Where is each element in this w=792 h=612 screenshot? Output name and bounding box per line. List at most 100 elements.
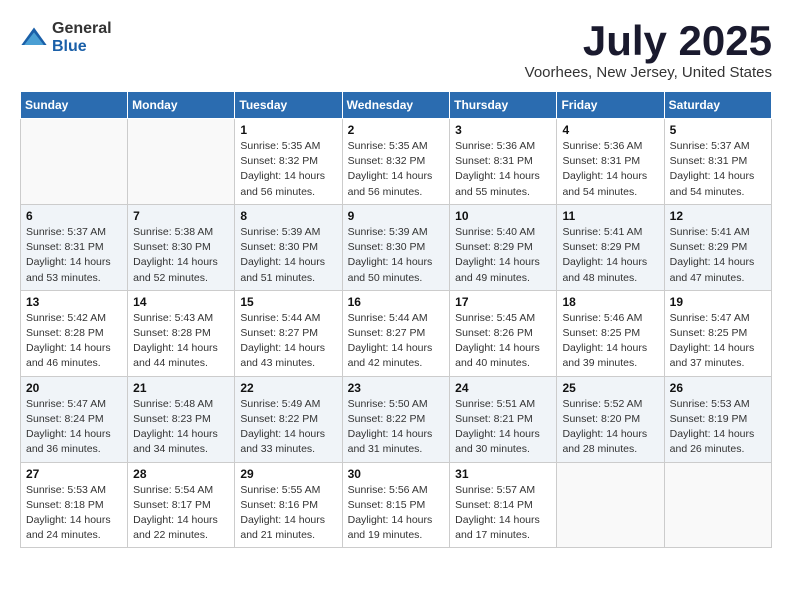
day-detail: Sunrise: 5:44 AM Sunset: 8:27 PM Dayligh… xyxy=(348,311,445,372)
day-number: 24 xyxy=(455,381,551,395)
day-number: 8 xyxy=(240,209,336,223)
day-detail: Sunrise: 5:39 AM Sunset: 8:30 PM Dayligh… xyxy=(240,225,336,286)
day-number: 25 xyxy=(562,381,658,395)
weekday-header-thursday: Thursday xyxy=(450,92,557,119)
calendar-cell: 11Sunrise: 5:41 AM Sunset: 8:29 PM Dayli… xyxy=(557,204,664,290)
day-detail: Sunrise: 5:38 AM Sunset: 8:30 PM Dayligh… xyxy=(133,225,229,286)
day-detail: Sunrise: 5:41 AM Sunset: 8:29 PM Dayligh… xyxy=(670,225,766,286)
day-number: 19 xyxy=(670,295,766,309)
day-detail: Sunrise: 5:35 AM Sunset: 8:32 PM Dayligh… xyxy=(348,139,445,200)
calendar-cell: 12 Sunrise: 5:41 AM Sunset: 8:29 PM Dayli… xyxy=(664,204,771,290)
calendar-cell: 28 Sunrise: 5:54 AM Sunset: 8:17 PM Dayli… xyxy=(128,462,235,548)
day-detail: Sunrise: 5:42 AM Sunset: 8:28 PM Dayligh… xyxy=(26,311,122,372)
calendar-cell: 15 Sunrise: 5:44 AM Sunset: 8:27 PM Dayli… xyxy=(235,290,342,376)
day-number: 21 xyxy=(133,381,229,395)
calendar-week-5: 27Sunrise: 5:53 AM Sunset: 8:18 PM Dayli… xyxy=(21,462,772,548)
logo-general: General xyxy=(52,20,112,38)
calendar-cell: 10Sunrise: 5:40 AM Sunset: 8:29 PM Dayli… xyxy=(450,204,557,290)
calendar-cell: 17 Sunrise: 5:45 AM Sunset: 8:26 PM Dayli… xyxy=(450,290,557,376)
calendar-cell: 31Sunrise: 5:57 AM Sunset: 8:14 PM Dayli… xyxy=(450,462,557,548)
weekday-header-sunday: Sunday xyxy=(21,92,128,119)
day-detail: Sunrise: 5:47 AM Sunset: 8:24 PM Dayligh… xyxy=(26,397,122,458)
calendar-cell: 18 Sunrise: 5:46 AM Sunset: 8:25 PM Dayli… xyxy=(557,290,664,376)
day-detail: Sunrise: 5:37 AM Sunset: 8:31 PM Dayligh… xyxy=(670,139,766,200)
day-detail: Sunrise: 5:43 AM Sunset: 8:28 PM Dayligh… xyxy=(133,311,229,372)
day-number: 31 xyxy=(455,467,551,481)
calendar-week-1: 1 Sunrise: 5:35 AM Sunset: 8:32 PM Daylig… xyxy=(21,119,772,205)
day-number: 9 xyxy=(348,209,445,223)
day-detail: Sunrise: 5:47 AM Sunset: 8:25 PM Dayligh… xyxy=(670,311,766,372)
day-number: 12 xyxy=(670,209,766,223)
day-detail: Sunrise: 5:41 AM Sunset: 8:29 PM Dayligh… xyxy=(562,225,658,286)
weekday-header-saturday: Saturday xyxy=(664,92,771,119)
calendar-cell: 6Sunrise: 5:37 AM Sunset: 8:31 PM Daylig… xyxy=(21,204,128,290)
calendar-cell: 19 Sunrise: 5:47 AM Sunset: 8:25 PM Dayli… xyxy=(664,290,771,376)
day-detail: Sunrise: 5:48 AM Sunset: 8:23 PM Dayligh… xyxy=(133,397,229,458)
calendar-cell: 24 Sunrise: 5:51 AM Sunset: 8:21 PM Dayli… xyxy=(450,376,557,462)
day-number: 4 xyxy=(562,123,658,137)
calendar-table: SundayMondayTuesdayWednesdayThursdayFrid… xyxy=(20,91,772,548)
day-number: 28 xyxy=(133,467,229,481)
calendar-cell: 4 Sunrise: 5:36 AM Sunset: 8:31 PM Daylig… xyxy=(557,119,664,205)
calendar-cell xyxy=(557,462,664,548)
calendar-cell: 16Sunrise: 5:44 AM Sunset: 8:27 PM Dayli… xyxy=(342,290,450,376)
day-detail: Sunrise: 5:36 AM Sunset: 8:31 PM Dayligh… xyxy=(562,139,658,200)
day-detail: Sunrise: 5:54 AM Sunset: 8:17 PM Dayligh… xyxy=(133,483,229,544)
day-number: 23 xyxy=(348,381,445,395)
page-header: General Blue July 2025 Voorhees, New Jer… xyxy=(20,20,772,81)
day-number: 14 xyxy=(133,295,229,309)
calendar-cell xyxy=(21,119,128,205)
calendar-cell: 27Sunrise: 5:53 AM Sunset: 8:18 PM Dayli… xyxy=(21,462,128,548)
month-title: July 2025 xyxy=(525,20,772,62)
calendar-cell: 26Sunrise: 5:53 AM Sunset: 8:19 PM Dayli… xyxy=(664,376,771,462)
day-detail: Sunrise: 5:51 AM Sunset: 8:21 PM Dayligh… xyxy=(455,397,551,458)
calendar-cell: 7 Sunrise: 5:38 AM Sunset: 8:30 PM Daylig… xyxy=(128,204,235,290)
day-detail: Sunrise: 5:45 AM Sunset: 8:26 PM Dayligh… xyxy=(455,311,551,372)
logo-blue: Blue xyxy=(52,38,112,56)
day-detail: Sunrise: 5:55 AM Sunset: 8:16 PM Dayligh… xyxy=(240,483,336,544)
calendar-cell: 5Sunrise: 5:37 AM Sunset: 8:31 PM Daylig… xyxy=(664,119,771,205)
calendar-cell: 9 Sunrise: 5:39 AM Sunset: 8:30 PM Daylig… xyxy=(342,204,450,290)
calendar-cell xyxy=(128,119,235,205)
day-number: 30 xyxy=(348,467,445,481)
calendar-cell: 22Sunrise: 5:49 AM Sunset: 8:22 PM Dayli… xyxy=(235,376,342,462)
calendar-cell: 8 Sunrise: 5:39 AM Sunset: 8:30 PM Daylig… xyxy=(235,204,342,290)
location: Voorhees, New Jersey, United States xyxy=(525,64,772,81)
day-number: 13 xyxy=(26,295,122,309)
day-detail: Sunrise: 5:50 AM Sunset: 8:22 PM Dayligh… xyxy=(348,397,445,458)
day-number: 3 xyxy=(455,123,551,137)
calendar-cell: 2Sunrise: 5:35 AM Sunset: 8:32 PM Daylig… xyxy=(342,119,450,205)
day-number: 18 xyxy=(562,295,658,309)
day-number: 7 xyxy=(133,209,229,223)
day-number: 17 xyxy=(455,295,551,309)
calendar-week-4: 20 Sunrise: 5:47 AM Sunset: 8:24 PM Dayli… xyxy=(21,376,772,462)
day-detail: Sunrise: 5:40 AM Sunset: 8:29 PM Dayligh… xyxy=(455,225,551,286)
day-detail: Sunrise: 5:56 AM Sunset: 8:15 PM Dayligh… xyxy=(348,483,445,544)
calendar-cell: 21 Sunrise: 5:48 AM Sunset: 8:23 PM Dayli… xyxy=(128,376,235,462)
calendar-week-2: 6Sunrise: 5:37 AM Sunset: 8:31 PM Daylig… xyxy=(21,204,772,290)
day-number: 15 xyxy=(240,295,336,309)
day-detail: Sunrise: 5:53 AM Sunset: 8:19 PM Dayligh… xyxy=(670,397,766,458)
calendar-cell: 23 Sunrise: 5:50 AM Sunset: 8:22 PM Dayli… xyxy=(342,376,450,462)
day-detail: Sunrise: 5:44 AM Sunset: 8:27 PM Dayligh… xyxy=(240,311,336,372)
day-number: 20 xyxy=(26,381,122,395)
logo-icon xyxy=(20,24,48,52)
day-number: 6 xyxy=(26,209,122,223)
weekday-header-row: SundayMondayTuesdayWednesdayThursdayFrid… xyxy=(21,92,772,119)
day-number: 29 xyxy=(240,467,336,481)
day-detail: Sunrise: 5:35 AM Sunset: 8:32 PM Dayligh… xyxy=(240,139,336,200)
day-detail: Sunrise: 5:52 AM Sunset: 8:20 PM Dayligh… xyxy=(562,397,658,458)
calendar-cell: 3Sunrise: 5:36 AM Sunset: 8:31 PM Daylig… xyxy=(450,119,557,205)
weekday-header-friday: Friday xyxy=(557,92,664,119)
day-detail: Sunrise: 5:53 AM Sunset: 8:18 PM Dayligh… xyxy=(26,483,122,544)
calendar-cell: 1 Sunrise: 5:35 AM Sunset: 8:32 PM Daylig… xyxy=(235,119,342,205)
calendar-cell: 14 Sunrise: 5:43 AM Sunset: 8:28 PM Dayli… xyxy=(128,290,235,376)
calendar-cell: 25 Sunrise: 5:52 AM Sunset: 8:20 PM Dayli… xyxy=(557,376,664,462)
day-detail: Sunrise: 5:49 AM Sunset: 8:22 PM Dayligh… xyxy=(240,397,336,458)
title-block: July 2025 Voorhees, New Jersey, United S… xyxy=(525,20,772,81)
day-number: 1 xyxy=(240,123,336,137)
day-detail: Sunrise: 5:39 AM Sunset: 8:30 PM Dayligh… xyxy=(348,225,445,286)
day-detail: Sunrise: 5:46 AM Sunset: 8:25 PM Dayligh… xyxy=(562,311,658,372)
calendar-cell xyxy=(664,462,771,548)
logo: General Blue xyxy=(20,20,112,55)
